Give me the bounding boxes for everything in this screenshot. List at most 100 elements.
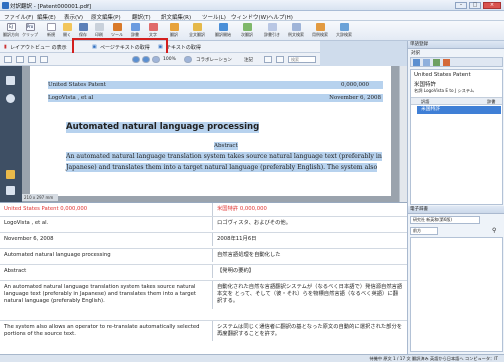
source-cell[interactable]: United States Patent 0,000,000: [0, 203, 213, 217]
pdf-scrollbar[interactable]: [399, 66, 407, 202]
edict-direction-select[interactable]: 前方: [410, 227, 438, 235]
target-cell[interactable]: 自然言語処理を自動化した: [213, 249, 407, 262]
pdf-line-assignee: LogoVista , et al November 6, 2008: [48, 94, 383, 102]
tools-label: ツール: [111, 32, 123, 37]
zoom-in-icon[interactable]: [184, 56, 192, 63]
target-cell[interactable]: 米国特許 0,000,000: [213, 203, 407, 216]
table-row[interactable]: Abstract 【発明の要約】: [0, 265, 407, 281]
close-button[interactable]: ×: [483, 2, 501, 9]
edict-select[interactable]: 研究社 新英和(第6版): [410, 216, 480, 224]
dict-pane-header: 単語登録: [408, 41, 504, 49]
attach-icon[interactable]: [264, 56, 272, 63]
lookup-icon: [267, 23, 277, 31]
target-cell[interactable]: ロゴヴィスタ、およびその他。: [213, 217, 407, 230]
pdf-patent-right: 0,000,000: [341, 82, 369, 88]
pdf-view: United States Patent 0,000,000 LogoVista…: [22, 66, 407, 202]
menu-help[interactable]: ヘルプ(H): [268, 13, 293, 21]
table-row[interactable]: United States Patent 0,000,000 米国特許 0,00…: [0, 203, 407, 217]
pdf-abstract-line2: Japanese) and translates them into a tar…: [66, 163, 378, 172]
pro-button[interactable]: Pro クリップ: [22, 23, 38, 38]
next-page-icon[interactable]: [142, 56, 150, 63]
pdf-patent-left: United States Patent: [48, 82, 106, 88]
minimize-button[interactable]: –: [455, 2, 467, 9]
open-button[interactable]: 開く: [60, 23, 74, 38]
direction-button[interactable]: EJ 翻訳方向: [2, 23, 20, 38]
zoom-level[interactable]: 100%: [163, 57, 176, 62]
new-button[interactable]: 新規: [44, 23, 58, 38]
target-cell[interactable]: 自動化された自然な言語翻訳システムが（なるべく日本語で）発信源自然言語本文を と…: [213, 281, 407, 309]
open-pdf-icon[interactable]: [4, 56, 12, 63]
table-row[interactable]: An automated natural language translatio…: [0, 281, 407, 321]
target-cell[interactable]: 2008年11月6日: [213, 233, 407, 246]
source-cell[interactable]: November 6, 2008: [0, 233, 213, 247]
open-label: 開く: [63, 32, 71, 37]
target-cell[interactable]: システムは同じく通信者に翻訳の基となった原文の自動的に選択された部分を再度翻訳す…: [213, 321, 407, 341]
window-icon[interactable]: [276, 56, 284, 63]
print-pdf-icon[interactable]: [28, 56, 36, 63]
example-search-button[interactable]: 例文検索: [286, 23, 306, 38]
menu-tools[interactable]: ツール(L): [202, 13, 226, 21]
zoom-out-icon[interactable]: [152, 56, 160, 63]
block-text-button[interactable]: テキストの取得: [166, 44, 201, 51]
direction-label: 翻訳方向: [3, 32, 19, 37]
bookmark-icon[interactable]: [6, 94, 15, 103]
pdf-line-patent: United States Patent 0,000,000: [48, 81, 383, 89]
dict-button[interactable]: 辞書: [128, 23, 142, 38]
full-translate-label: 全文翻訳: [189, 32, 205, 37]
table-row[interactable]: November 6, 2008 2008年11月6日: [0, 233, 407, 249]
menu-translate[interactable]: 翻訳(T): [132, 13, 151, 21]
print-button[interactable]: 印刷: [92, 23, 106, 38]
menu-source-edit[interactable]: 原文編集(P): [91, 13, 121, 21]
source-cell[interactable]: Automated natural language processing: [0, 249, 213, 263]
search-input[interactable]: 検索: [288, 56, 316, 63]
menu-edit[interactable]: 編集(E): [37, 13, 56, 21]
source-cell[interactable]: The system also allows an operator to re…: [0, 321, 213, 342]
source-cell[interactable]: An automated natural language translatio…: [0, 281, 213, 309]
target-cell[interactable]: 【発明の要約】: [213, 265, 407, 278]
binoculars-icon[interactable]: ⚲: [492, 227, 501, 235]
next-translate-button[interactable]: 次翻訳: [238, 23, 256, 38]
char-button[interactable]: 文字: [146, 23, 160, 38]
pdf-sidebar: [0, 66, 22, 202]
menu-file[interactable]: ファイル(F): [4, 13, 33, 21]
dict-lookup-button[interactable]: 辞書引き: [262, 23, 282, 38]
tree-child[interactable]: 米国特許: [414, 80, 436, 88]
full-translate-button[interactable]: 全文翻訳: [186, 23, 208, 38]
dict-refresh-icon[interactable]: [433, 59, 440, 66]
dict-label: 対訳: [411, 51, 420, 56]
dict-add-icon[interactable]: [413, 59, 420, 66]
usage-search-button[interactable]: 用例検索: [310, 23, 330, 38]
tree-root[interactable]: United States Patent: [414, 72, 471, 78]
table-row[interactable]: Automated natural language processing 自然…: [0, 249, 407, 265]
col-dictionary: 辞書: [487, 99, 496, 104]
translate-button[interactable]: 翻訳: [166, 23, 182, 38]
source-cell[interactable]: LogoVista , et al.: [0, 217, 213, 231]
big-dict-button[interactable]: 大辞検索: [334, 23, 354, 38]
save-pdf-icon[interactable]: [16, 56, 24, 63]
layout-view-button[interactable]: レイアウトビュー の表示: [10, 44, 67, 51]
dict-lookup-label: 辞書引き: [264, 32, 280, 37]
mail-icon[interactable]: [40, 56, 48, 63]
collab-button[interactable]: コラボレーション: [196, 57, 232, 63]
pdf-title: Automated natural language processing: [66, 122, 260, 133]
dict-edit-icon[interactable]: [423, 59, 430, 66]
maximize-button[interactable]: □: [469, 2, 481, 9]
prev-page-icon[interactable]: [132, 56, 140, 63]
comment-icon[interactable]: [6, 170, 15, 179]
status-bar: 待機中 原文 1 / 17 文 翻訳済み 英語から日本語へ コンピュータ：IT: [0, 354, 504, 362]
source-cell[interactable]: Abstract: [0, 265, 213, 279]
start-translate-button[interactable]: 翻訳開始: [212, 23, 234, 38]
note-button[interactable]: 注記: [244, 57, 253, 63]
pages-icon[interactable]: [6, 76, 15, 85]
table-row[interactable]: The system also allows an operator to re…: [0, 321, 407, 354]
tools-button[interactable]: ツール: [110, 23, 124, 38]
dict-delete-icon[interactable]: [443, 59, 450, 66]
selected-translation[interactable]: 米国特許: [417, 106, 501, 114]
save-button[interactable]: 保存: [76, 23, 90, 38]
table-row[interactable]: LogoVista , et al. ロゴヴィスタ、およびその他。: [0, 217, 407, 233]
menu-window[interactable]: ウィンドウ(W): [231, 13, 268, 21]
menu-target-edit[interactable]: 訳文編集(R): [161, 13, 191, 21]
attachment-icon[interactable]: [6, 186, 15, 195]
menu-view[interactable]: 表示(V): [64, 13, 83, 21]
col-translation: 訳語: [421, 99, 430, 104]
